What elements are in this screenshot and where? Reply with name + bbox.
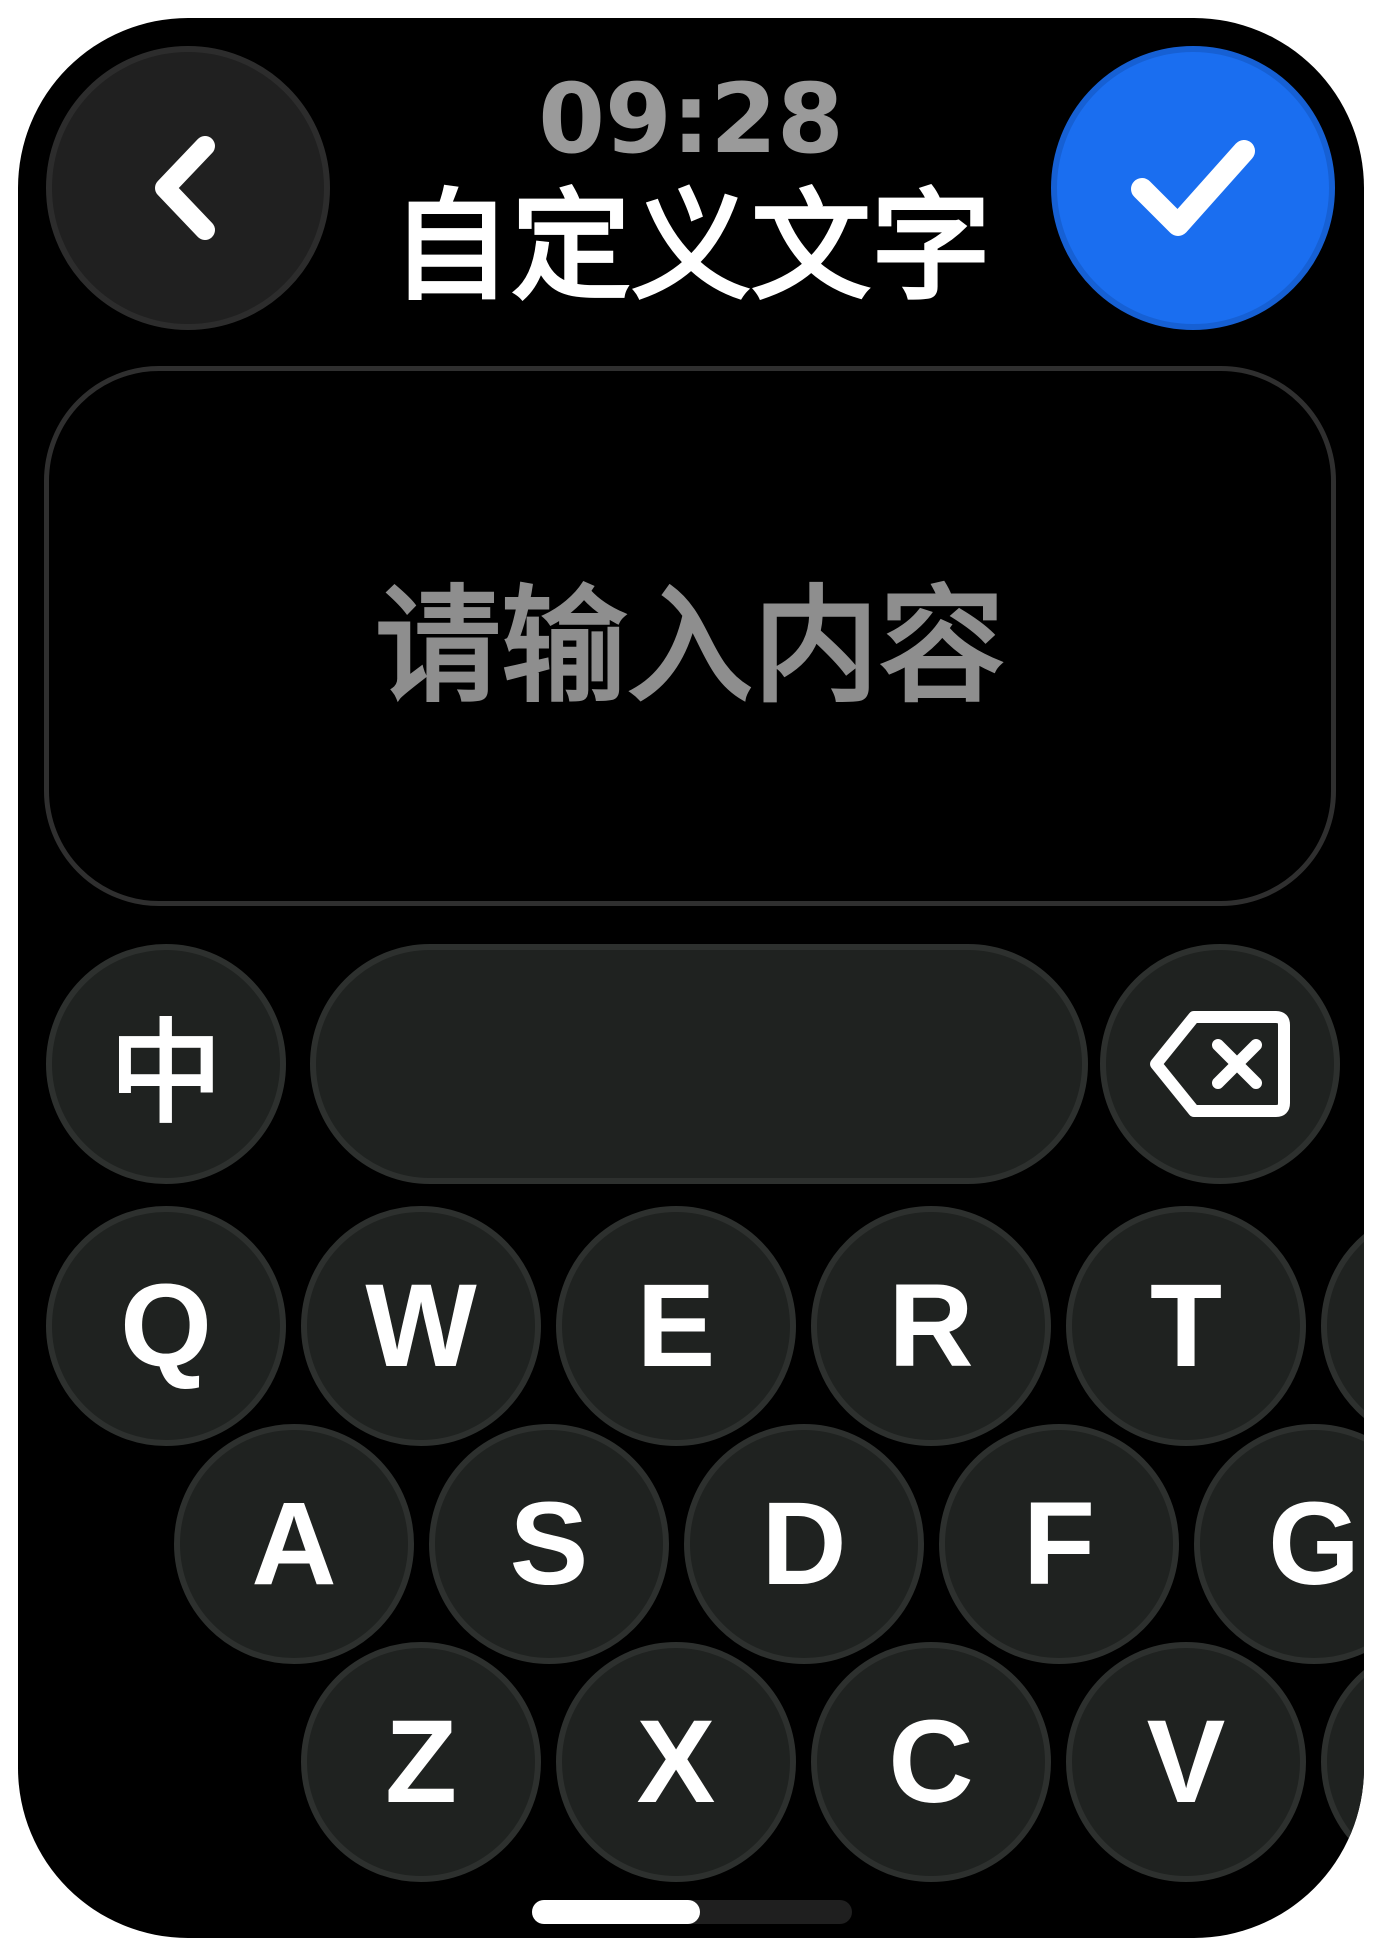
key-s[interactable]: S bbox=[429, 1424, 669, 1664]
backspace-icon bbox=[1150, 1011, 1290, 1117]
key-e[interactable]: E bbox=[556, 1206, 796, 1446]
key-t[interactable]: T bbox=[1066, 1206, 1306, 1446]
home-indicator[interactable] bbox=[532, 1900, 852, 1924]
confirm-button[interactable] bbox=[1051, 46, 1335, 330]
key-g[interactable]: G bbox=[1194, 1424, 1364, 1664]
key-d[interactable]: D bbox=[684, 1424, 924, 1664]
text-input-field[interactable]: 请输入内容 bbox=[44, 366, 1336, 906]
home-indicator-thumb bbox=[532, 1900, 700, 1924]
key-w[interactable]: W bbox=[301, 1206, 541, 1446]
key-z[interactable]: Z bbox=[301, 1642, 541, 1882]
key-v[interactable]: V bbox=[1066, 1642, 1306, 1882]
key-y[interactable]: Y bbox=[1321, 1206, 1364, 1446]
key-a[interactable]: A bbox=[174, 1424, 414, 1664]
key-c[interactable]: C bbox=[811, 1642, 1051, 1882]
candidate-bar[interactable] bbox=[310, 944, 1088, 1184]
language-switch-key[interactable]: 中 bbox=[46, 944, 286, 1184]
key-x[interactable]: X bbox=[556, 1642, 796, 1882]
watch-screen: 09:28 自定义文字 请输入内容 中 Q W E R T Y A S D F … bbox=[18, 18, 1364, 1938]
input-placeholder: 请输入内容 bbox=[375, 573, 1005, 720]
key-f[interactable]: F bbox=[939, 1424, 1179, 1664]
key-q[interactable]: Q bbox=[46, 1206, 286, 1446]
key-b[interactable]: B bbox=[1321, 1642, 1364, 1882]
backspace-key[interactable] bbox=[1100, 944, 1340, 1184]
checkmark-icon bbox=[1131, 140, 1255, 236]
key-r[interactable]: R bbox=[811, 1206, 1051, 1446]
